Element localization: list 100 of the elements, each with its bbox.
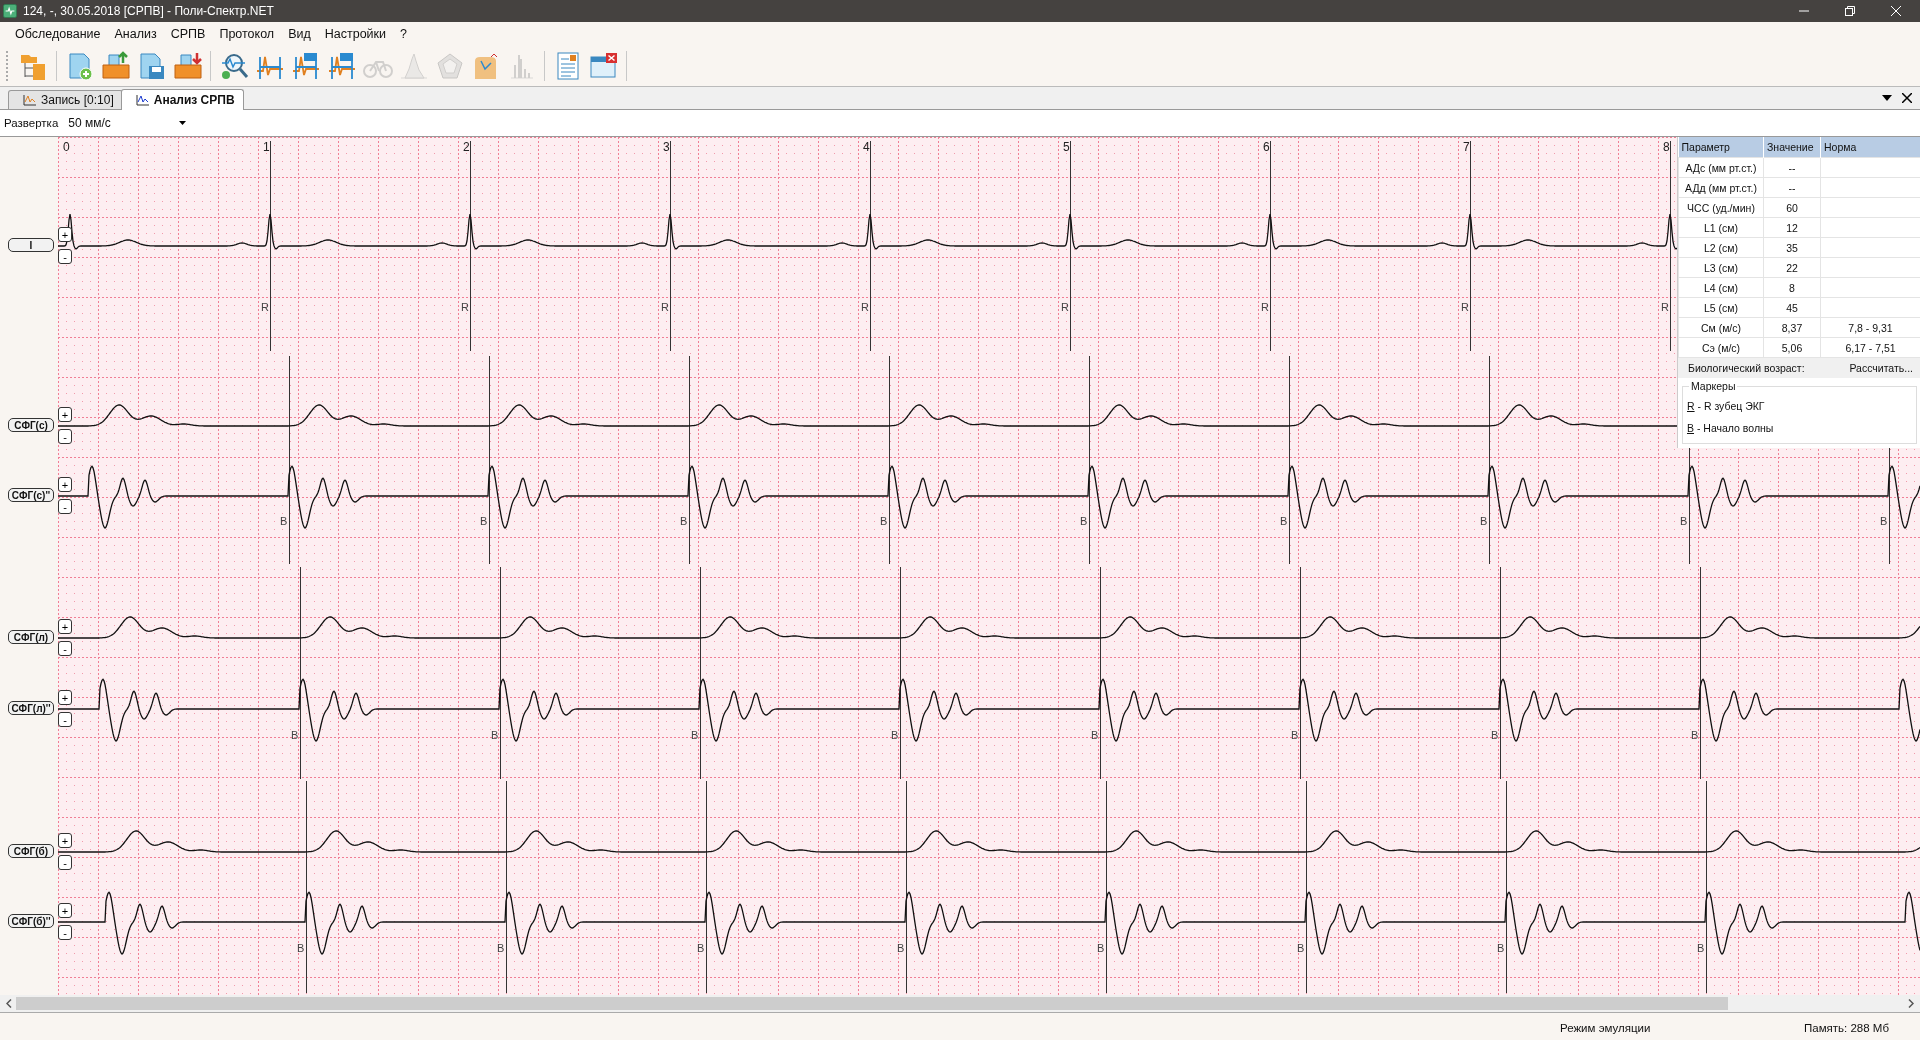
table-cell: 60 [1763,197,1821,218]
channel-label[interactable]: СФГ(л)'' [8,701,54,715]
chart-icon [23,94,37,106]
gain-up-button[interactable]: + [58,619,72,634]
table-cell: -- [1763,157,1821,178]
marker-label: B [691,729,699,741]
gain-up-button[interactable]: + [58,690,72,705]
marker-label: B [1080,515,1088,527]
marker-label: B [280,515,288,527]
status-text: Память: 288 Мб [1804,1022,1889,1034]
marker-label: B [297,942,305,954]
time-tick: 2 [463,140,470,154]
legend-item: R - R зубец ЭКГ [1687,399,1766,414]
gain-up-button[interactable]: + [58,227,72,242]
gain-up-button[interactable]: + [58,407,72,422]
legend-title: Маркеры [1689,380,1738,392]
marker-label: B [680,515,688,527]
tab[interactable]: Запись [0:10] [8,90,123,109]
gain-down-button[interactable]: - [58,641,72,656]
time-tick: 0 [63,140,70,154]
time-tick: 5 [1063,140,1070,154]
table-cell: 35 [1763,237,1821,258]
table-cell: 8,37 [1763,317,1821,338]
column-header: Параметр [1678,137,1764,158]
gain-down-button[interactable]: - [58,429,72,444]
scroll-left-icon[interactable] [6,999,12,1008]
marker-label: B [1297,942,1305,954]
menu-item[interactable]: ? [393,25,414,43]
table-cell: 22 [1763,257,1821,278]
table-cell: L1 (см) [1678,217,1764,238]
marker-label: R [1261,301,1269,313]
channel-label[interactable]: СФГ(л) [8,630,54,644]
sweep-label: Развертка [4,117,59,129]
table-cell: АДд (мм рт.ст.) [1678,177,1764,198]
sweep-dropdown[interactable]: 50 мм/с [64,113,191,133]
menu-item[interactable]: СРПВ [163,25,213,43]
table-cell: L3 (см) [1678,257,1764,278]
marker-label: B [1497,942,1505,954]
menu-item[interactable]: Вид [281,25,318,43]
scroll-right-icon[interactable] [1908,999,1914,1008]
channel-label[interactable]: СФГ(с)'' [8,488,54,502]
time-tick: 4 [863,140,870,154]
marker-label: R [861,301,869,313]
channel-label[interactable]: СФГ(б) [8,844,54,858]
gain-down-button[interactable]: - [58,925,72,940]
marker-label: R [1661,301,1669,313]
marker-label: B [1091,729,1099,741]
marker-label: B [697,942,705,954]
marker-label: R [661,301,669,313]
restore-icon[interactable] [1844,5,1856,17]
menu-item[interactable]: Анализ [107,25,164,43]
scroll-thumb[interactable] [16,997,1728,1010]
marker-label: B [1291,729,1299,741]
horizontal-scrollbar[interactable] [0,995,1920,1013]
table-cell: 45 [1763,297,1821,318]
menu-item[interactable]: Обследование [8,25,108,43]
table-cell: L5 (см) [1678,297,1764,318]
bio-age-label: Биологический возраст: [1688,362,1805,374]
tab[interactable]: Анализ СРПВ [120,89,244,110]
time-tick: 1 [263,140,270,154]
marker-label: B [1280,515,1288,527]
table-cell: 8 [1763,277,1821,298]
gain-down-button[interactable]: - [58,855,72,870]
marker-label: B [480,515,488,527]
status-text: Режим эмуляции [1560,1022,1651,1034]
marker-label: B [497,942,505,954]
marker-label: B [1697,942,1705,954]
gain-down-button[interactable]: - [58,712,72,727]
marker-label: B [291,729,299,741]
table-cell: Сэ (м/с) [1678,337,1764,358]
menu-item[interactable]: Настройки [317,25,394,43]
gain-up-button[interactable]: + [58,477,72,492]
marker-label: R [461,301,469,313]
channel-label[interactable]: СФГ(б)'' [8,914,54,928]
table-cell: 12 [1763,217,1821,238]
channel-label[interactable]: СФГ(с) [8,418,54,432]
caret-icon [179,121,187,125]
marker-label: B [1680,515,1688,527]
table-cell: ЧСС (уд./мин) [1678,197,1764,218]
channel-label[interactable]: I [8,238,54,252]
table-cell: 5,06 [1763,337,1821,358]
gain-up-button[interactable]: + [58,833,72,848]
calculate-link[interactable]: Рассчитать... [1849,362,1913,374]
dropdown-icon[interactable] [1882,95,1892,101]
marker-label: R [1461,301,1469,313]
gain-down-button[interactable]: - [58,249,72,264]
close-icon[interactable] [1902,93,1912,103]
gain-down-button[interactable]: - [58,499,72,514]
table-cell: L2 (см) [1678,237,1764,258]
column-header: Значение [1763,137,1821,158]
time-tick: 6 [1263,140,1270,154]
marker-label: B [1480,515,1488,527]
time-tick: 8 [1663,140,1670,154]
marker-label: B [1491,729,1499,741]
marker-label: B [891,729,899,741]
marker-label: R [261,301,269,313]
legend-item: B - Начало волны [1687,421,1775,436]
gain-up-button[interactable]: + [58,903,72,918]
menu-item[interactable]: Протокол [212,25,282,43]
window-title: 124, -, 30.05.2018 [СРПВ] - Поли-Спектр.NET [23,4,274,18]
